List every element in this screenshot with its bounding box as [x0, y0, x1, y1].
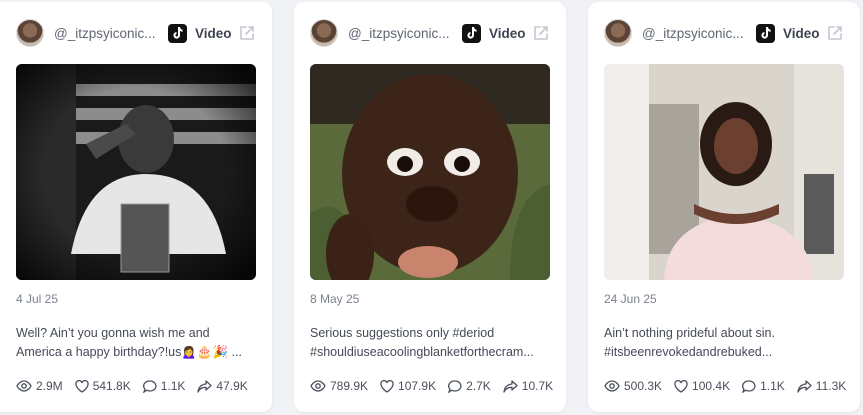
platform-label: Video [783, 25, 820, 41]
likes-count: 100.4K [692, 379, 731, 393]
tiktok-icon [168, 23, 187, 43]
heart-icon [674, 379, 688, 393]
views-count: 789.9K [330, 379, 369, 393]
video-card[interactable]: @_itzpsyiconic... Video 4 Jul 25 Well? A… [0, 2, 272, 412]
card-header: @_itzpsyiconic... Video [16, 18, 256, 48]
tiktok-icon [756, 23, 775, 43]
video-card[interactable]: @_itzpsyiconic... Video 24 Jun 25 Ain’t … [588, 2, 860, 412]
platform-label: Video [195, 25, 232, 41]
caption-line: Well? Ain’t you gonna wish me and [16, 326, 210, 340]
likes-count: 541.8K [92, 379, 131, 393]
comments-count: 2.7K [466, 379, 491, 393]
caption-line: America a happy birthday?!us🙍‍♀️🎂🎉 ... [16, 345, 242, 359]
external-link-icon[interactable] [826, 24, 844, 42]
stats-row: 2.9M 541.8K 1.1K 47.9K [16, 379, 262, 393]
tiktok-icon [462, 23, 481, 43]
shares-count: 11.3K [815, 379, 847, 393]
avatar[interactable] [604, 19, 632, 47]
video-thumbnail[interactable] [604, 64, 844, 280]
caption: Ain’t nothing prideful about sin. #itsbe… [604, 324, 844, 362]
eye-icon [16, 380, 32, 392]
caption: Serious suggestions only #deriod #should… [310, 324, 550, 362]
comments-stat: 2.7K [448, 379, 491, 393]
username[interactable]: @_itzpsyiconic... [54, 26, 160, 41]
views-stat: 789.9K [310, 379, 368, 393]
eye-icon [604, 380, 620, 392]
comment-icon [448, 379, 462, 393]
external-link-icon[interactable] [532, 24, 550, 42]
post-date: 4 Jul 25 [16, 292, 59, 306]
views-stat: 2.9M [16, 379, 63, 393]
platform-label: Video [489, 25, 526, 41]
username[interactable]: @_itzpsyiconic... [348, 26, 454, 41]
video-thumbnail[interactable] [310, 64, 550, 280]
likes-stat: 100.4K [674, 379, 730, 393]
comments-count: 1.1K [760, 379, 785, 393]
avatar[interactable] [310, 19, 338, 47]
caption-line: #itsbeenrevokedandrebuked... [604, 345, 773, 359]
likes-stat: 541.8K [75, 379, 131, 393]
heart-icon [75, 379, 89, 393]
shares-stat: 10.7K [503, 379, 553, 393]
views-count: 2.9M [36, 379, 63, 393]
share-icon [503, 379, 518, 393]
stats-row: 500.3K 100.4K 1.1K 11.3K [604, 379, 850, 393]
shares-stat: 11.3K [797, 379, 846, 393]
comments-count: 1.1K [160, 379, 186, 393]
views-stat: 500.3K [604, 379, 662, 393]
comment-icon [142, 379, 157, 393]
caption-line: #shouldiuseacoolingblanketforthecram... [310, 345, 534, 359]
video-thumbnail[interactable] [16, 64, 256, 280]
heart-icon [380, 379, 394, 393]
video-card[interactable]: @_itzpsyiconic... Video 8 May 25 Serious… [294, 2, 566, 412]
caption-line: Ain’t nothing prideful about sin. [604, 326, 775, 340]
share-icon [797, 379, 812, 393]
likes-stat: 107.9K [380, 379, 436, 393]
shares-stat: 47.9K [197, 379, 248, 393]
caption: Well? Ain’t you gonna wish me and Americ… [16, 324, 256, 362]
views-count: 500.3K [624, 379, 663, 393]
username[interactable]: @_itzpsyiconic... [642, 26, 748, 41]
eye-icon [310, 380, 326, 392]
post-date: 8 May 25 [310, 292, 360, 306]
post-date: 24 Jun 25 [604, 292, 657, 306]
comments-stat: 1.1K [742, 379, 785, 393]
comments-stat: 1.1K [142, 379, 186, 393]
stats-row: 789.9K 107.9K 2.7K 10.7K [310, 379, 556, 393]
avatar[interactable] [16, 19, 44, 47]
shares-count: 10.7K [521, 379, 554, 393]
shares-count: 47.9K [216, 379, 248, 393]
comment-icon [742, 379, 756, 393]
caption-line: Serious suggestions only #deriod [310, 326, 495, 340]
card-header: @_itzpsyiconic... Video [310, 18, 550, 48]
external-link-icon[interactable] [238, 24, 256, 42]
likes-count: 107.9K [398, 379, 437, 393]
share-icon [197, 379, 213, 393]
card-header: @_itzpsyiconic... Video [604, 18, 844, 48]
